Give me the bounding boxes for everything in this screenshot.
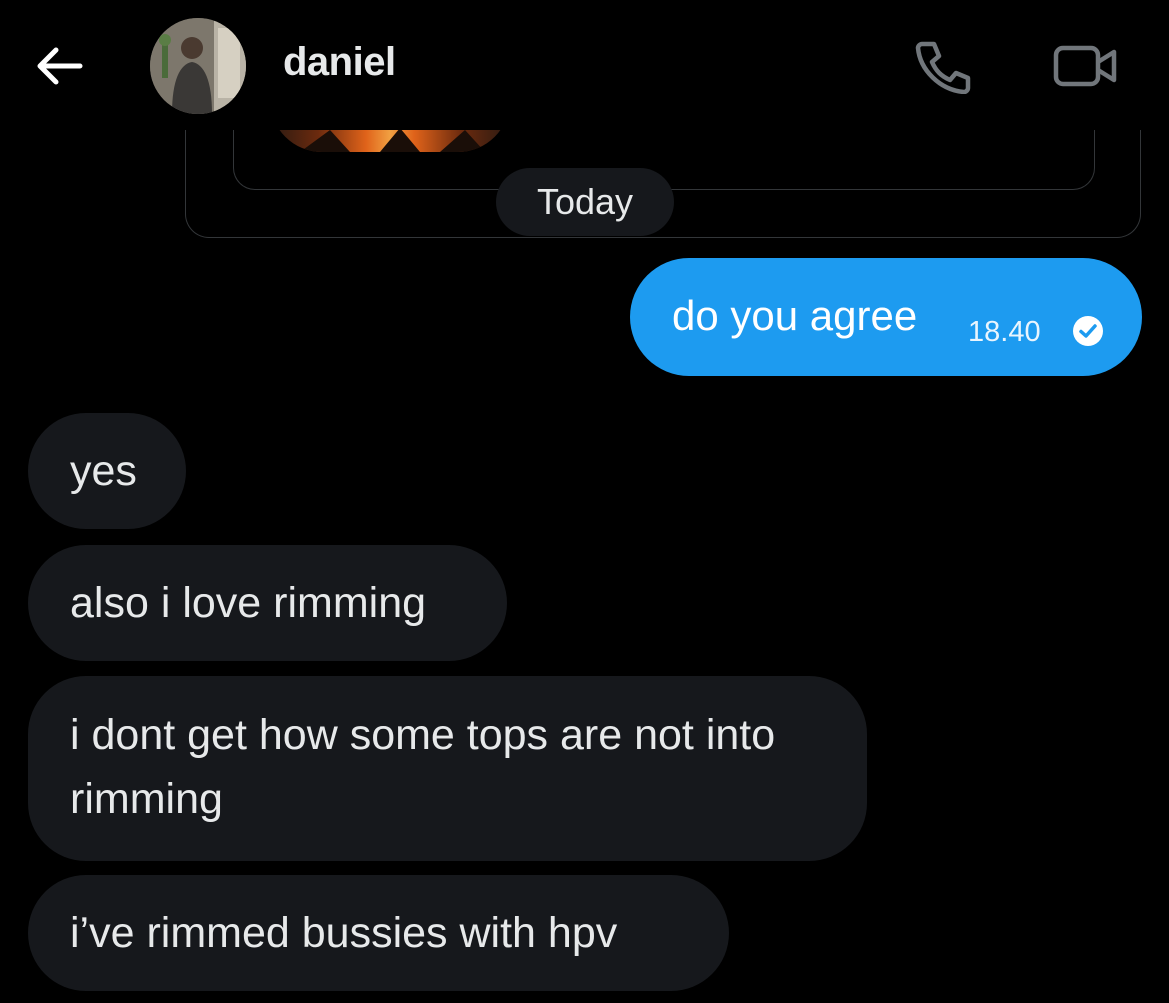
message-text: do you agree [672,292,918,339]
contact-name[interactable]: daniel [283,40,396,85]
message-timestamp: 18.40 [968,316,1041,348]
avatar[interactable] [150,18,246,114]
video-call-button[interactable] [1052,40,1120,92]
date-separator: Today [496,168,674,236]
phone-icon [915,41,971,95]
avatar-photo [150,18,246,114]
received-message-bubble[interactable]: i dont get how some tops are not into ri… [28,676,867,861]
received-message-bubble[interactable]: i’ve rimmed bussies with hpv [28,875,729,991]
video-camera-icon [1053,45,1117,87]
back-button[interactable] [30,42,86,90]
read-check-icon [1073,316,1103,346]
received-message-bubble[interactable]: also i love rimming [28,545,507,661]
call-button[interactable] [912,38,972,95]
sent-message-bubble[interactable]: do you agree 18.40 [630,258,1142,376]
received-message-bubble[interactable]: yes [28,413,186,529]
arrow-left-icon [37,47,83,85]
conversation-header: daniel [0,0,1169,130]
